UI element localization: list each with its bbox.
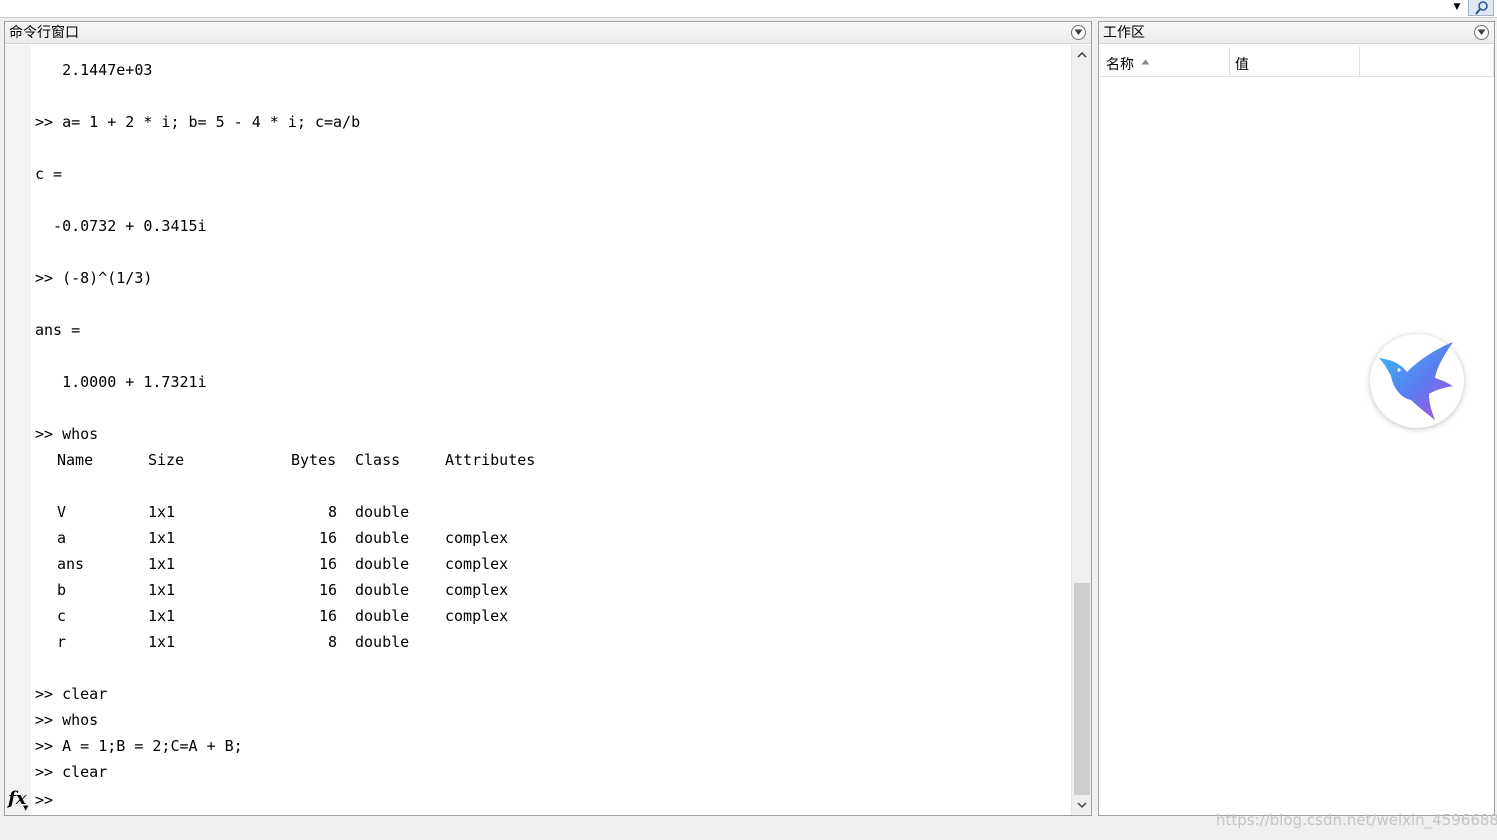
whos-cell-name: a (57, 529, 67, 547)
column-header-label: 值 (1235, 57, 1249, 73)
whos-cell-class: double (355, 633, 410, 651)
output-line: >> whos (35, 425, 99, 443)
command-window-title: 命令行窗口 (9, 25, 79, 41)
scrollbar-thumb[interactable] (1074, 583, 1090, 795)
whos-cell-bytes: 8 (327, 503, 337, 521)
column-header-name[interactable]: 名称 (1101, 47, 1230, 77)
whos-cell-size: 1x1 (148, 633, 176, 651)
whos-cell-name: b (57, 581, 67, 599)
whos-cell-class: double (355, 581, 410, 599)
output-line: >> A = 1;B = 2;C=A + B; (35, 737, 243, 755)
chevron-down-icon[interactable] (1072, 795, 1092, 815)
whos-cell-bytes: 16 (318, 581, 337, 599)
column-header-value[interactable]: 值 (1230, 47, 1360, 77)
whos-cell-class: double (355, 503, 410, 521)
workspace-titlebar: 工作区 (1099, 22, 1494, 44)
output-line: ans = (35, 321, 81, 339)
column-header-label: 名称 (1106, 57, 1134, 73)
command-output[interactable]: 2.1447e+03 >> a= 1 + 2 * i; b= 5 - 4 * i… (35, 60, 1065, 791)
command-window-panel: 命令行窗口 2.1447e+03 >> a= 1 + 2 * i; b= 5 -… (4, 21, 1092, 816)
output-line: -0.0732 + 0.3415i (35, 217, 207, 235)
command-window-titlebar: 命令行窗口 (5, 22, 1091, 44)
command-prompt[interactable]: >> (35, 790, 53, 810)
workspace-table-header: 名称 值 (1101, 47, 1494, 77)
whos-cell-class: double (355, 529, 410, 547)
whos-cell-class: double (355, 555, 410, 573)
whos-cell-name: ans (57, 555, 85, 573)
whos-header-bytes: Bytes (291, 451, 337, 469)
watermark: https://blog.csdn.net/weixin_45966880 (1216, 811, 1497, 829)
whos-cell-bytes: 16 (318, 607, 337, 625)
floating-bird-icon[interactable] (1370, 334, 1464, 428)
output-line: >> whos (35, 711, 99, 729)
top-toolbar: ▼ (0, 0, 1497, 18)
column-header-extra[interactable] (1360, 47, 1494, 77)
whos-cell-size: 1x1 (148, 555, 176, 573)
whos-cell-attributes: complex (445, 607, 509, 625)
output-line: >> a= 1 + 2 * i; b= 5 - 4 * i; c=a/b (35, 113, 361, 131)
search-icon[interactable] (1468, 0, 1494, 16)
triangle-down-icon[interactable]: ▼ (1448, 0, 1466, 16)
vertical-scrollbar[interactable] (1071, 45, 1091, 815)
output-line: >> clear (35, 685, 108, 703)
whos-cell-name: c (57, 607, 67, 625)
output-line: 2.1447e+03 (35, 61, 153, 79)
whos-cell-bytes: 16 (318, 555, 337, 573)
workspace-title: 工作区 (1103, 25, 1145, 41)
whos-cell-size: 1x1 (148, 581, 176, 599)
chevron-up-icon[interactable] (1072, 45, 1092, 65)
output-line: >> (-8)^(1/3) (35, 269, 153, 287)
whos-cell-size: 1x1 (148, 529, 176, 547)
whos-cell-size: 1x1 (148, 503, 176, 521)
chevron-down-icon: ▼ (23, 804, 29, 812)
sort-ascending-icon (1141, 59, 1150, 65)
panel-menu-icon[interactable] (1071, 25, 1086, 40)
whos-header-attributes: Attributes (445, 451, 536, 469)
output-line: >> clear (35, 763, 108, 781)
whos-cell-attributes: complex (445, 581, 509, 599)
whos-cell-name: V (57, 503, 67, 521)
whos-cell-bytes: 8 (327, 633, 337, 651)
whos-header-size: Size (148, 451, 185, 469)
whos-cell-size: 1x1 (148, 607, 176, 625)
whos-cell-attributes: complex (445, 529, 509, 547)
whos-cell-class: double (355, 607, 410, 625)
output-line: c = (35, 165, 63, 183)
whos-header-class: Class (355, 451, 401, 469)
whos-header-name: Name (57, 451, 94, 469)
whos-cell-name: r (57, 633, 67, 651)
panel-menu-icon[interactable] (1474, 25, 1489, 40)
output-line: 1.0000 + 1.7321i (35, 373, 207, 391)
whos-cell-attributes: complex (445, 555, 509, 573)
command-gutter (5, 45, 31, 815)
whos-cell-bytes: 16 (318, 529, 337, 547)
